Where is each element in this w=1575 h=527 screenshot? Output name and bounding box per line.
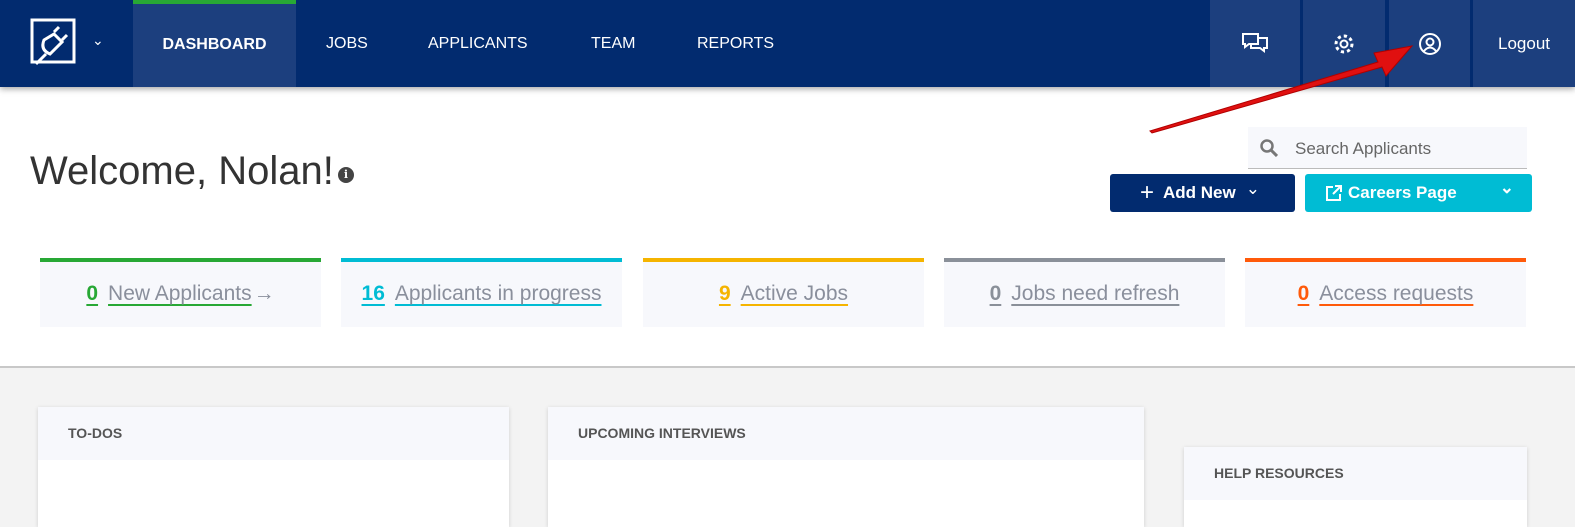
annotation-arrow-icon bbox=[1149, 45, 1414, 134]
